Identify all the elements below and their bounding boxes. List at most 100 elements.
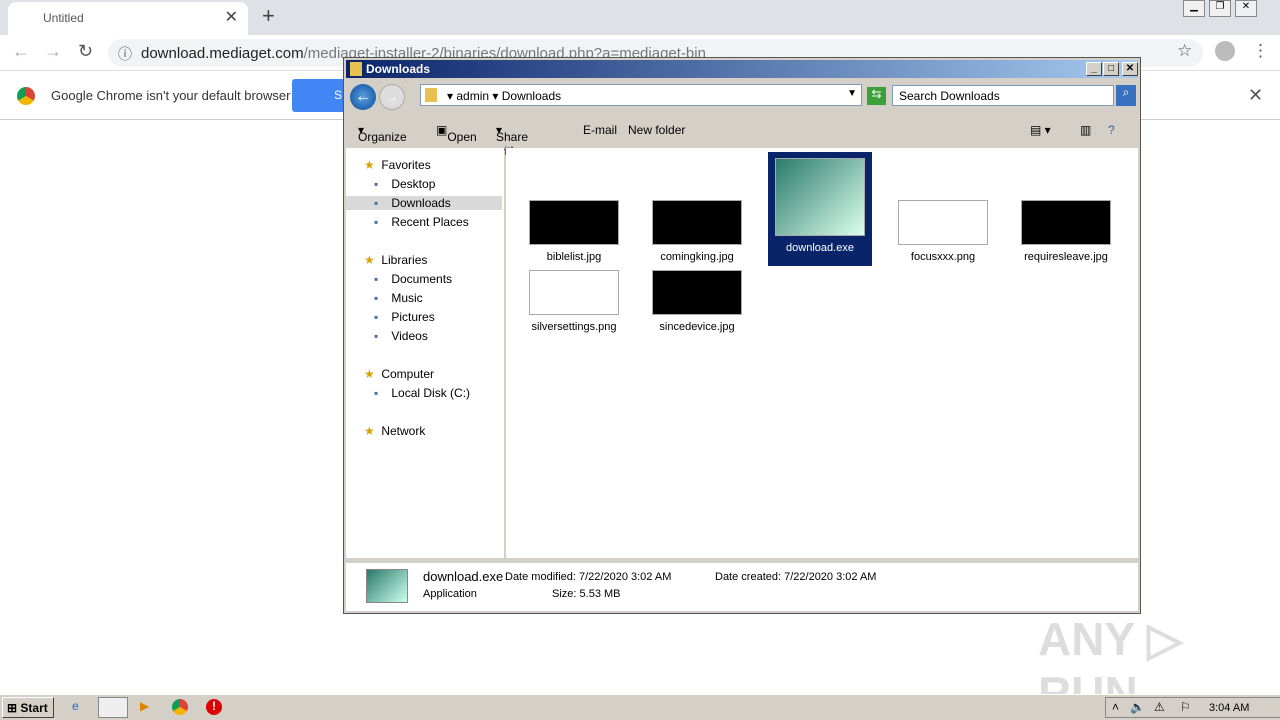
chrome-taskbar-icon[interactable] bbox=[172, 699, 188, 715]
back-icon[interactable]: ← bbox=[12, 41, 30, 62]
nav-item-computer[interactable]: ★ Computer bbox=[364, 367, 434, 381]
nav-icon: ★ bbox=[364, 158, 375, 172]
nav-item-libraries[interactable]: ★ Libraries bbox=[364, 253, 427, 267]
menu-icon[interactable]: ⋮ bbox=[1252, 41, 1269, 61]
info-icon: ⓘ bbox=[118, 46, 132, 62]
nav-item-favorites[interactable]: ★ Favorites bbox=[364, 158, 431, 172]
file-list: biblelist.jpg comingking.jpg download.exe f… bbox=[506, 148, 1138, 558]
file-name: sincedevice.jpg bbox=[659, 321, 735, 333]
volume-icon[interactable]: 🔈 bbox=[1130, 700, 1145, 714]
new-folder-button[interactable]: New folder bbox=[628, 123, 685, 137]
title-bar[interactable]: Downloads _ □ ✕ bbox=[346, 60, 1138, 78]
close-button[interactable]: ✕ bbox=[1122, 62, 1138, 76]
search-icon[interactable]: ⌕ bbox=[1116, 85, 1136, 106]
address-breadcrumb[interactable]: ▾ admin ▾ Downloads ▼ bbox=[420, 84, 862, 106]
breadcrumb-admin[interactable]: admin bbox=[456, 89, 489, 103]
nav-icon: ▪ bbox=[374, 272, 379, 286]
media-player-icon[interactable]: ▶ bbox=[140, 699, 149, 713]
nav-item-documents[interactable]: ▪ Documents bbox=[374, 272, 452, 286]
created-label: Date created: bbox=[715, 571, 782, 583]
nav-item-music[interactable]: ▪ Music bbox=[374, 291, 423, 305]
preview-pane-icon[interactable]: ▥ bbox=[1080, 123, 1091, 137]
clock[interactable]: 3:04 AM bbox=[1209, 702, 1249, 714]
forward-icon[interactable]: → bbox=[44, 41, 62, 62]
nav-icon: ▪ bbox=[374, 177, 379, 191]
infobar-text: Google Chrome isn't your default browser bbox=[51, 88, 291, 103]
nav-label: Music bbox=[391, 291, 423, 305]
nav-icon: ★ bbox=[364, 253, 375, 267]
file-thumbnail bbox=[775, 158, 865, 236]
share-with-button[interactable]: Share with ▾ bbox=[496, 123, 528, 158]
size-label: Size: bbox=[552, 588, 577, 600]
taskbar: ⊞ Start e ▶ ! ˄ 🔈 ⚠ ⚐ 3:04 AM bbox=[0, 694, 1280, 720]
chrome-tab-bar: Untitled ✕ + ▁ ❐ ✕ bbox=[0, 0, 1280, 35]
size-value: 5.53 MB bbox=[579, 588, 621, 600]
system-tray: ˄ 🔈 ⚠ ⚐ 3:04 AM bbox=[1105, 697, 1280, 718]
nav-item-network[interactable]: ★ Network bbox=[364, 424, 425, 438]
file-item[interactable]: comingking.jpg bbox=[645, 200, 749, 263]
minimize-button[interactable]: ▁ bbox=[1183, 0, 1205, 17]
nav-label: Documents bbox=[391, 272, 453, 286]
nav-icon: ▪ bbox=[374, 329, 379, 343]
created-value: 7/22/2020 3:02 AM bbox=[784, 571, 877, 583]
nav-item-videos[interactable]: ▪ Videos bbox=[374, 329, 428, 343]
view-options-icon[interactable]: ▤ ▾ bbox=[1030, 123, 1051, 137]
explorer-window: Downloads _ □ ✕ ← → ▾ admin ▾ Downloads … bbox=[343, 57, 1141, 614]
file-thumbnail bbox=[529, 200, 619, 245]
open-button[interactable]: ▣ Open bbox=[436, 123, 477, 144]
file-thumbnail bbox=[529, 270, 619, 315]
nav-item-pictures[interactable]: ▪ Pictures bbox=[374, 310, 435, 324]
file-name: biblelist.jpg bbox=[546, 251, 602, 263]
start-button[interactable]: ⊞ Start bbox=[2, 697, 54, 718]
explorer-taskbar-icon[interactable] bbox=[98, 697, 128, 718]
forward-button[interactable]: → bbox=[379, 84, 405, 110]
close-button[interactable]: ✕ bbox=[1235, 0, 1257, 17]
help-icon[interactable]: ? bbox=[1108, 123, 1115, 137]
breadcrumb-downloads[interactable]: Downloads bbox=[502, 89, 561, 103]
nav-icon: ★ bbox=[364, 424, 375, 438]
file-item[interactable]: requiresleave.jpg bbox=[1014, 200, 1118, 263]
close-infobar-icon[interactable]: ✕ bbox=[1248, 85, 1263, 106]
nav-label: Pictures bbox=[391, 310, 435, 324]
organize-button[interactable]: Organize ▾ bbox=[358, 123, 407, 144]
tab-untitled[interactable]: Untitled ✕ bbox=[8, 2, 248, 35]
file-item[interactable]: focusxxx.png bbox=[891, 200, 995, 263]
profile-avatar[interactable] bbox=[1215, 41, 1235, 61]
file-thumbnail bbox=[652, 270, 742, 315]
search-input[interactable]: Search Downloads bbox=[892, 85, 1114, 106]
file-item[interactable]: sincedevice.jpg bbox=[645, 270, 749, 333]
file-name: download.exe bbox=[786, 242, 854, 254]
file-name: silversettings.png bbox=[531, 321, 617, 333]
flag-icon[interactable]: ⚐ bbox=[1180, 700, 1191, 714]
maximize-button[interactable]: □ bbox=[1103, 62, 1119, 76]
ie-icon[interactable]: e bbox=[72, 699, 79, 713]
new-tab-button[interactable]: + bbox=[262, 3, 275, 29]
minimize-button[interactable]: _ bbox=[1086, 62, 1102, 76]
stop-icon[interactable]: ! bbox=[206, 699, 222, 715]
bookmark-star-icon[interactable]: ☆ bbox=[1177, 41, 1192, 61]
nav-label: Videos bbox=[391, 329, 428, 343]
email-button[interactable]: E-mail bbox=[583, 123, 617, 137]
file-thumbnail bbox=[652, 200, 742, 245]
refresh-icon[interactable]: ⇆ bbox=[867, 87, 886, 105]
nav-icon: ★ bbox=[364, 367, 375, 381]
close-tab-icon[interactable]: ✕ bbox=[225, 7, 238, 27]
back-button[interactable]: ← bbox=[350, 84, 376, 110]
modified-label: Date modified: bbox=[505, 571, 576, 583]
file-item[interactable]: biblelist.jpg bbox=[522, 200, 626, 263]
nav-item-desktop[interactable]: ▪ Desktop bbox=[374, 177, 435, 191]
file-item[interactable]: download.exe bbox=[768, 152, 872, 266]
details-name: download.exe bbox=[423, 569, 504, 584]
reload-icon[interactable]: ↻ bbox=[78, 41, 93, 62]
network-warning-icon[interactable]: ⚠ bbox=[1154, 700, 1165, 714]
nav-item-recent-places[interactable]: ▪ Recent Places bbox=[374, 215, 469, 229]
restore-button[interactable]: ❐ bbox=[1209, 0, 1231, 17]
search-placeholder: Search Downloads bbox=[899, 89, 1000, 103]
file-item[interactable]: silversettings.png bbox=[522, 270, 626, 333]
folder-icon bbox=[350, 62, 362, 76]
nav-item-local-disk-c-[interactable]: ▪ Local Disk (C:) bbox=[374, 386, 470, 400]
chevron-up-icon[interactable]: ˄ bbox=[1112, 700, 1119, 714]
chevron-down-icon[interactable]: ▼ bbox=[847, 88, 857, 99]
nav-item-downloads[interactable]: ▪ Downloads bbox=[346, 196, 502, 210]
window-title: Downloads bbox=[366, 62, 431, 76]
